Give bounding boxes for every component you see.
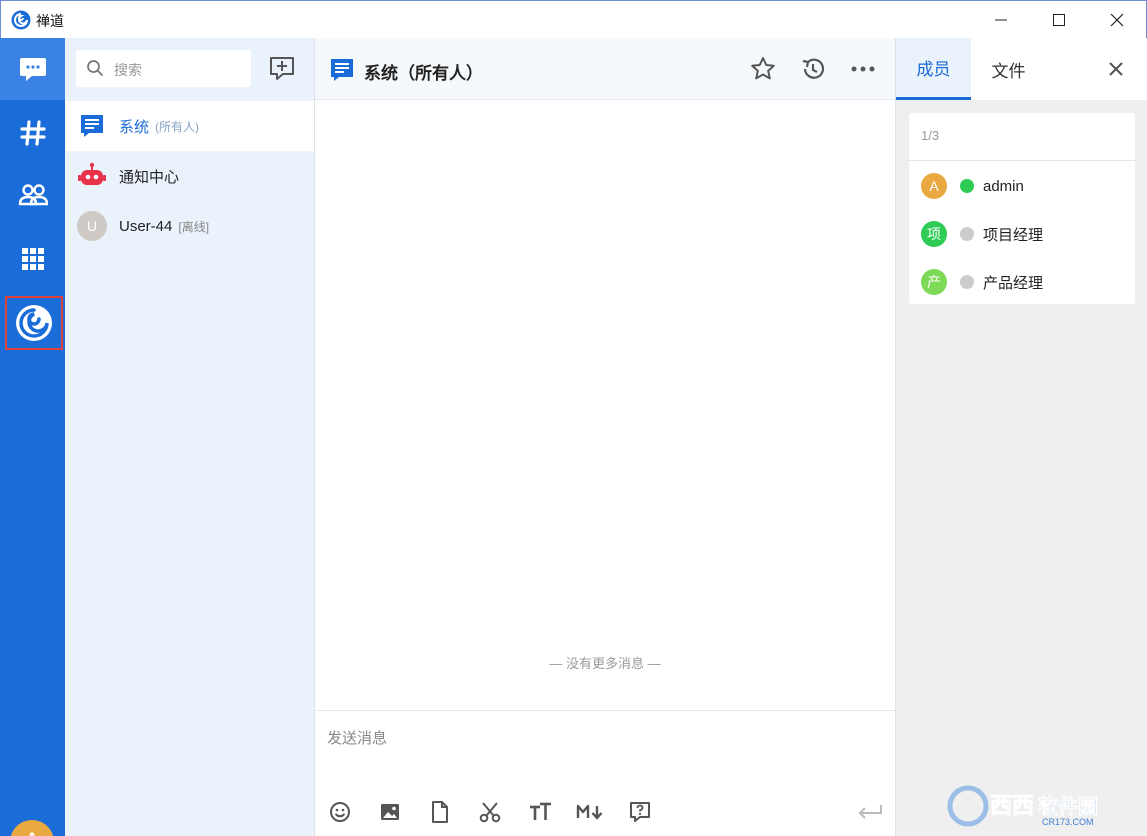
- rail-channels[interactable]: [0, 102, 65, 164]
- user-avatar[interactable]: A: [10, 820, 54, 836]
- search-placeholder: 搜索: [114, 62, 142, 78]
- avatar: 项: [921, 221, 947, 247]
- member-item[interactable]: 项 项目经理: [909, 210, 1135, 258]
- help-icon: [630, 802, 650, 822]
- status-dot-offline: [960, 275, 974, 289]
- maximize-icon: [1053, 14, 1065, 26]
- maximize-button[interactable]: [1030, 1, 1088, 39]
- history-icon: [802, 58, 825, 79]
- chat-item-name: 通知中心: [119, 168, 180, 186]
- chat-item-notifications[interactable]: 通知中心: [65, 151, 314, 201]
- avatar: A: [921, 173, 947, 199]
- svg-text:软件园: 软件园: [1038, 794, 1098, 818]
- more-icon: [851, 66, 875, 72]
- minimize-icon: [995, 19, 1007, 21]
- new-chat-button[interactable]: [268, 55, 298, 85]
- star-button[interactable]: [749, 55, 777, 83]
- search-icon: [87, 60, 103, 76]
- font-size-icon: [530, 802, 551, 820]
- rail-chat[interactable]: [0, 38, 65, 100]
- nav-rail: A: [0, 38, 65, 836]
- status-dot-online: [960, 179, 974, 193]
- zentao-app-icon: [11, 10, 31, 30]
- chat-item-name: 系统: [119, 118, 150, 136]
- member-name: 产品经理: [983, 274, 1044, 292]
- close-panel-button[interactable]: [1102, 55, 1130, 83]
- emoji-button[interactable]: [327, 799, 353, 825]
- tab-members-label: 成员: [916, 60, 951, 79]
- close-icon: [1109, 62, 1123, 76]
- history-button[interactable]: [799, 55, 827, 83]
- minimize-button[interactable]: [972, 1, 1030, 39]
- close-icon: [1110, 13, 1124, 27]
- chat-item-sub: (所有人): [155, 119, 200, 134]
- svg-text:CR173.COM: CR173.COM: [1042, 817, 1094, 827]
- member-list: 1/3 A admin 项 项目经理 产 产品经理: [909, 113, 1135, 304]
- window-title: 禅道: [36, 13, 64, 29]
- member-name: admin: [983, 177, 1024, 195]
- status-dot-offline: [960, 227, 974, 241]
- font-size-button[interactable]: [527, 799, 553, 825]
- composer: 发送消息: [315, 710, 895, 836]
- image-button[interactable]: [377, 799, 403, 825]
- chat-list-pane: 搜索 系统 (所有人) 通知中心 U User-44 [离线]: [65, 38, 315, 836]
- markdown-icon: [576, 804, 603, 820]
- member-item[interactable]: A admin: [909, 162, 1135, 210]
- star-icon: [751, 57, 775, 80]
- message-input[interactable]: 发送消息: [327, 727, 387, 748]
- title-bar: 禅道: [0, 0, 1147, 38]
- member-name: 项目经理: [983, 226, 1044, 244]
- svg-text:西西: 西西: [990, 793, 1034, 818]
- user-avatar-letter: A: [24, 828, 40, 836]
- chat-item-status: [离线]: [178, 219, 210, 234]
- robot-icon: [78, 162, 106, 185]
- avatar: U: [77, 211, 107, 241]
- file-button[interactable]: [427, 799, 453, 825]
- chat-bubble-icon: [19, 58, 46, 81]
- chat-header: 系统（所有人）: [315, 38, 895, 100]
- chat-item-user-44[interactable]: U User-44 [离线]: [65, 201, 314, 251]
- users-icon: [18, 184, 48, 206]
- side-panel-tabs: 成员 文件: [896, 38, 1147, 100]
- rail-apps[interactable]: [0, 228, 65, 290]
- close-window-button[interactable]: [1088, 1, 1146, 39]
- grid-icon: [21, 248, 44, 270]
- chat-title: 系统（所有人）: [364, 64, 483, 83]
- scissors-icon: [479, 802, 501, 823]
- message-area: — 没有更多消息 —: [315, 100, 895, 710]
- image-icon: [381, 804, 399, 820]
- markdown-button[interactable]: [575, 799, 605, 825]
- enter-icon: [858, 805, 882, 819]
- rail-contacts[interactable]: [0, 164, 65, 226]
- tab-files-label: 文件: [991, 61, 1026, 81]
- avatar: 产: [921, 269, 947, 295]
- side-panel: 成员 文件 1/3 A admin 项 项目经理 产 产品经理: [895, 38, 1147, 836]
- member-item[interactable]: 产 产品经理: [909, 258, 1135, 306]
- send-button[interactable]: [855, 799, 885, 825]
- watermark-logo: 西西 软件园 CR173.COM: [947, 785, 1098, 827]
- help-button[interactable]: [627, 799, 653, 825]
- tab-files[interactable]: 文件: [971, 38, 1046, 100]
- chat-item-system[interactable]: 系统 (所有人): [65, 101, 314, 151]
- new-chat-icon: [270, 57, 294, 80]
- member-count: 1/3: [921, 128, 940, 143]
- chat-item-name: User-44: [119, 217, 173, 235]
- file-icon: [432, 801, 448, 823]
- rail-zentao[interactable]: [5, 296, 63, 350]
- search-input[interactable]: 搜索: [76, 50, 251, 87]
- zentao-logo-icon: [16, 305, 52, 341]
- tab-members[interactable]: 成员: [896, 38, 971, 100]
- hash-icon: [19, 120, 46, 146]
- no-more-messages: — 没有更多消息 —: [549, 656, 661, 671]
- screenshot-button[interactable]: [477, 799, 503, 825]
- emoji-icon: [330, 802, 350, 822]
- divider: [909, 160, 1135, 161]
- system-chat-icon: [81, 115, 103, 137]
- system-chat-icon: [331, 59, 353, 81]
- more-button[interactable]: [849, 55, 877, 83]
